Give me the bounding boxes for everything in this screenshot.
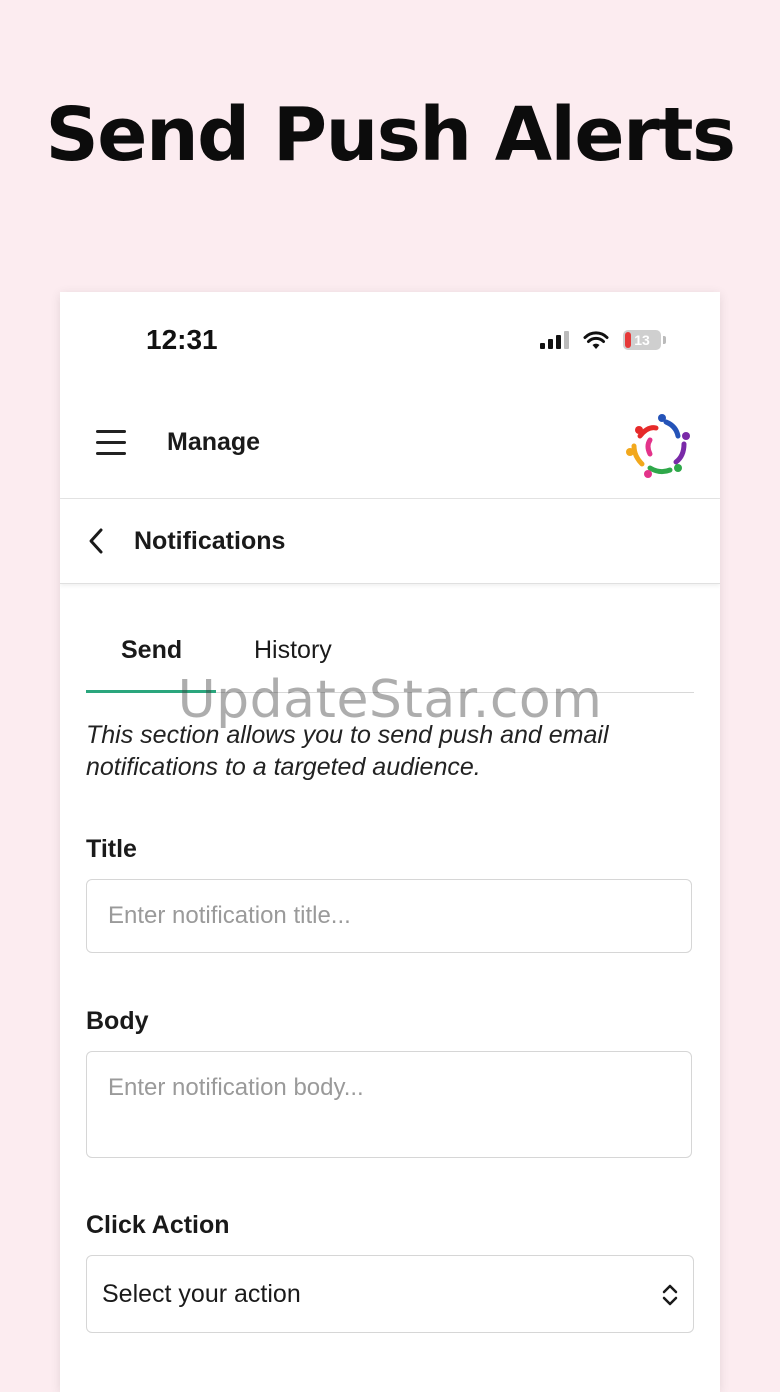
app-bar: Manage: [60, 392, 720, 499]
status-time: 12:31: [146, 324, 218, 355]
tab-history[interactable]: History: [254, 636, 332, 665]
title-input[interactable]: [86, 879, 692, 953]
body-input[interactable]: [86, 1051, 692, 1158]
notifications-header: Notifications: [60, 499, 720, 584]
tab-send[interactable]: Send: [121, 636, 182, 665]
app-logo-icon: [626, 414, 690, 478]
cellular-signal-icon: [540, 331, 569, 349]
click-action-label: Click Action: [86, 1211, 230, 1239]
body-label: Body: [86, 1007, 149, 1035]
page-title: Notifications: [134, 527, 286, 555]
phone-screen: 12:31 13 Manage Notifications Send Histo…: [60, 292, 720, 1392]
battery-cap: [663, 336, 666, 344]
status-icons: 13: [540, 330, 666, 350]
battery-icon: 13: [623, 330, 661, 350]
chevron-up-down-icon: [662, 1284, 678, 1306]
chevron-left-icon[interactable]: [86, 527, 108, 555]
app-title: Manage: [167, 428, 261, 456]
section-description: This section allows you to send push and…: [86, 721, 609, 781]
battery-level: 13: [634, 332, 650, 348]
headline: Send Push Alerts: [45, 92, 736, 178]
click-action-value: Select your action: [102, 1280, 301, 1308]
wifi-icon: [583, 331, 609, 349]
hamburger-menu-icon[interactable]: [96, 430, 128, 456]
click-action-select[interactable]: Select your action: [86, 1255, 694, 1333]
title-label: Title: [86, 835, 137, 863]
